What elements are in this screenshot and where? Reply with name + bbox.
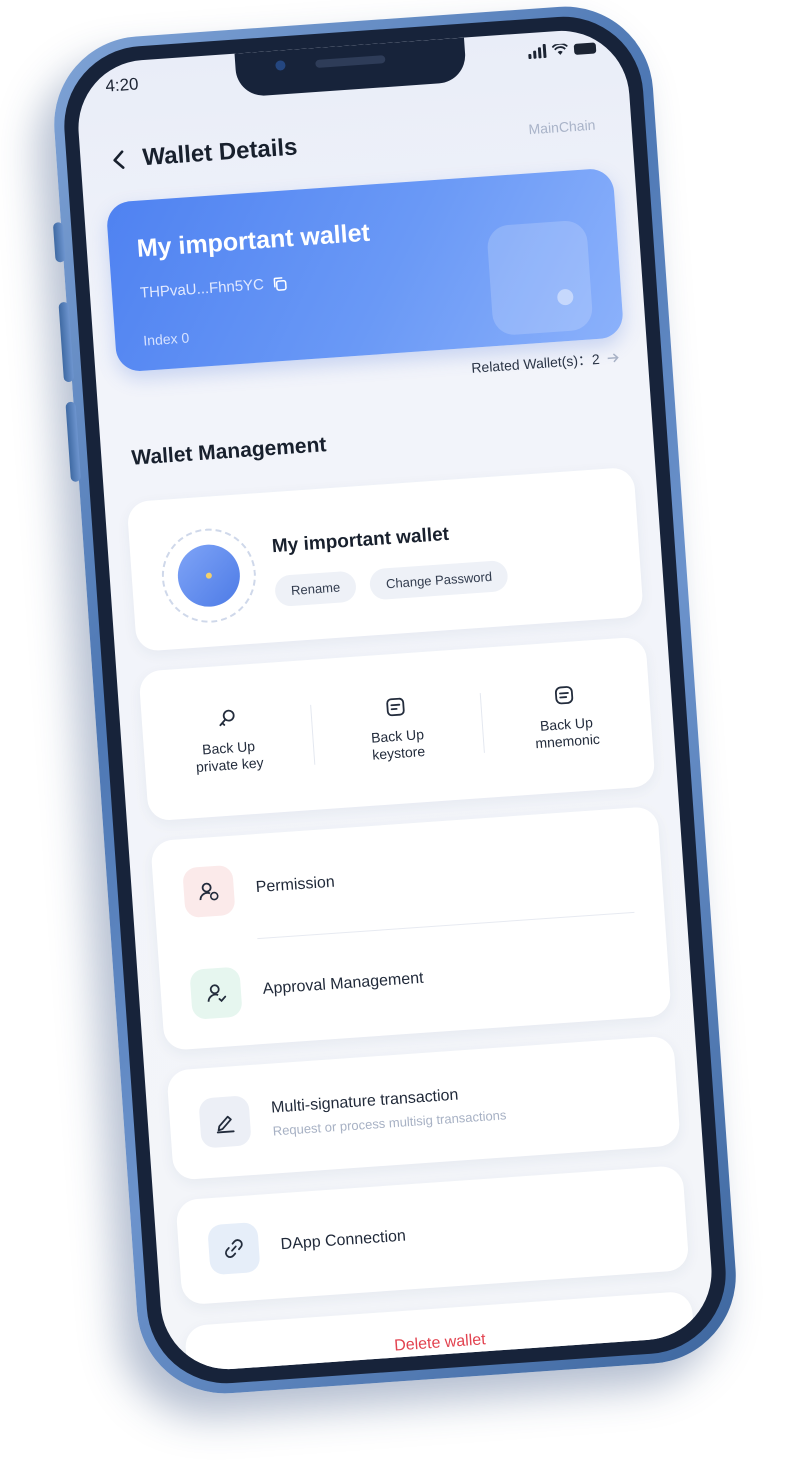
permission-label: Permission (255, 873, 336, 897)
mnemonic-icon (555, 686, 574, 705)
dapp-connection-row[interactable]: DApp Connection (176, 1167, 690, 1302)
status-time: 4:20 (104, 74, 140, 96)
approval-management-label: Approval Management (262, 969, 425, 998)
backup-keystore-button[interactable]: Back Up keystore (307, 648, 486, 809)
rename-button[interactable]: Rename (274, 570, 358, 608)
user-check-icon (207, 984, 227, 1003)
screen: 4:20 Wallet Details MainChain My importa… (73, 26, 717, 1374)
wifi-icon (551, 43, 568, 55)
chain-label[interactable]: MainChain (528, 117, 596, 138)
speaker (315, 55, 386, 68)
related-wallets-label: Related Wallet(s)：2 (470, 350, 601, 376)
backup-mnemonic-button[interactable]: Back Up mnemonic (476, 636, 655, 797)
multisig-row[interactable]: Multi-signature transaction Request or p… (167, 1040, 681, 1175)
link-icon (225, 1239, 243, 1258)
wallet-actions: Rename Change Password (274, 559, 510, 608)
phone-frame: 4:20 Wallet Details MainChain My importa… (48, 0, 742, 1400)
multisig-panel: Multi-signature transaction Request or p… (166, 1035, 681, 1181)
wallet-card-name: My important wallet (135, 218, 371, 263)
signal-icon (528, 43, 547, 60)
wallet-avatar-icon (175, 542, 242, 609)
permission-list-panel: Permission Approval Management (150, 805, 672, 1051)
wallet-card[interactable]: My important wallet THPvaU...Fhn5YC Inde… (105, 167, 625, 373)
volume-up-button (58, 301, 75, 383)
delete-wallet-button[interactable]: Delete wallet (184, 1290, 696, 1374)
backup-private-key-label: Back Up private key (173, 736, 285, 778)
status-icons (528, 40, 597, 60)
permission-icon-box (182, 864, 236, 919)
multisig-icon-box (198, 1095, 252, 1149)
wallet-avatar (158, 525, 260, 626)
wallet-name: My important wallet (271, 523, 450, 558)
notch (234, 37, 468, 98)
pen-icon (216, 1115, 235, 1134)
phone-bezel: 4:20 Wallet Details MainChain My importa… (58, 11, 732, 1389)
wallet-address-text: THPvaU...Fhn5YC (139, 276, 265, 302)
keystore-icon (386, 697, 405, 717)
backup-mnemonic-label: Back Up mnemonic (511, 712, 623, 754)
volume-down-button (65, 401, 81, 483)
camera (275, 60, 286, 71)
back-arrow-icon[interactable] (108, 148, 131, 171)
wallet-info-panel: My important wallet Rename Change Passwo… (126, 466, 644, 652)
header: Wallet Details MainChain (107, 106, 605, 181)
approval-icon-box (189, 966, 243, 1020)
user-lock-icon (199, 882, 219, 901)
dapp-icon-box (207, 1221, 261, 1276)
copy-icon[interactable] (271, 275, 288, 292)
wallet-index: Index 0 (142, 329, 190, 349)
dapp-connection-label: DApp Connection (280, 1227, 407, 1254)
related-wallets-link[interactable]: Related Wallet(s)：2 (471, 348, 621, 378)
card-decoration (486, 219, 594, 337)
backup-keystore-label: Back Up keystore (342, 724, 454, 766)
backup-private-key-button[interactable]: Back Up private key (138, 660, 317, 821)
multisig-text: Multi-signature transaction Request or p… (271, 1083, 507, 1138)
stage: 4:20 Wallet Details MainChain My importa… (0, 0, 789, 1462)
silent-switch (52, 222, 66, 263)
wallet-address: THPvaU...Fhn5YC (139, 274, 288, 302)
backup-panel: Back Up private key Back Up keystore Bac… (138, 636, 656, 822)
battery-icon (573, 41, 597, 55)
arrow-right-icon (607, 353, 619, 363)
dapp-panel: DApp Connection (175, 1165, 690, 1306)
key-icon (219, 709, 235, 727)
section-title: Wallet Management (130, 433, 328, 470)
change-password-button[interactable]: Change Password (368, 559, 510, 601)
page-title: Wallet Details (141, 133, 299, 172)
